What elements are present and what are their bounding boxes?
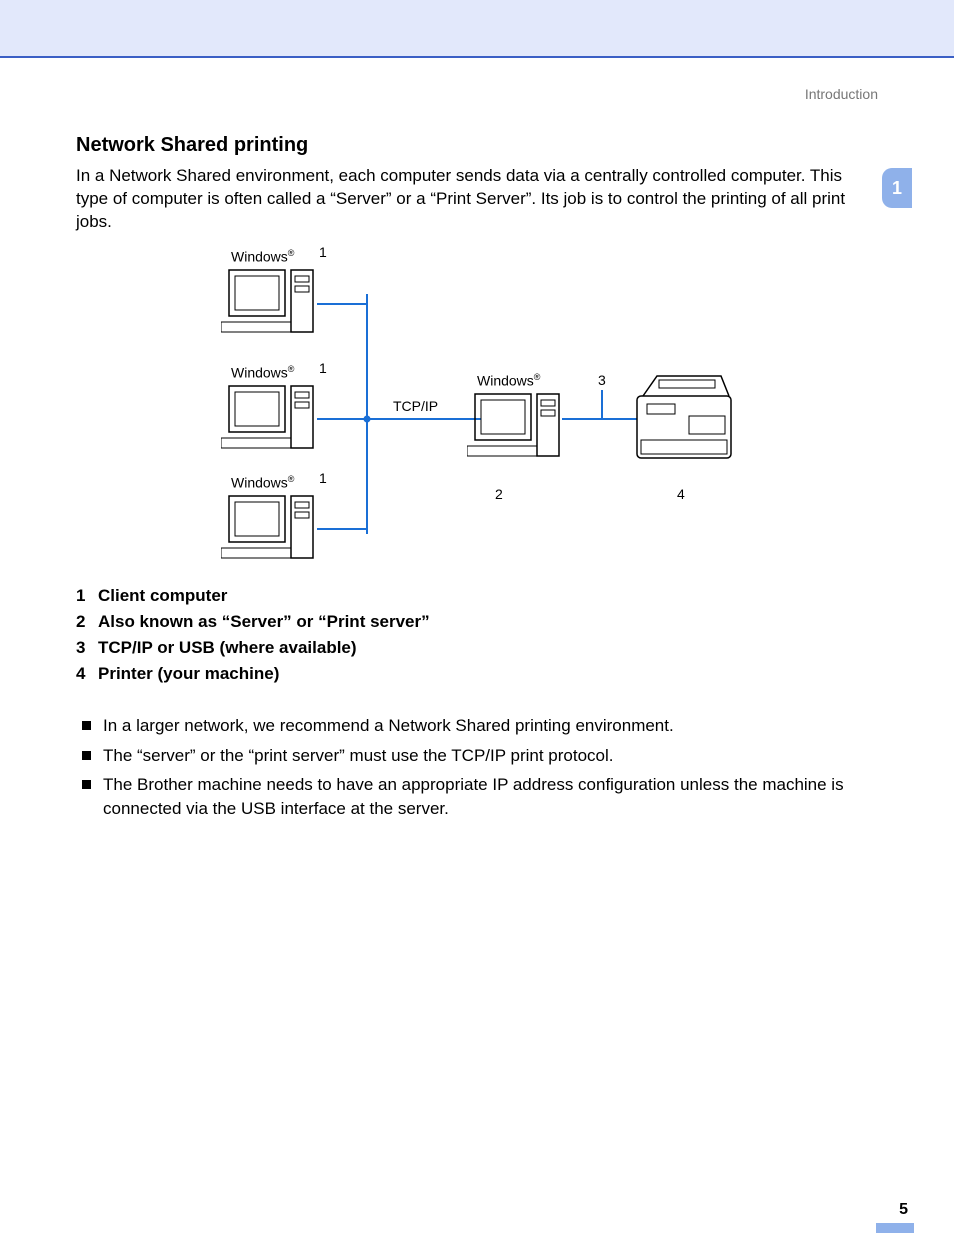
chapter-number: 1 — [892, 178, 902, 199]
legend-text: TCP/IP or USB (where available) — [98, 638, 357, 658]
registered-icon: ® — [288, 474, 295, 484]
client3-num: 1 — [319, 470, 327, 486]
legend-item: 4 Printer (your machine) — [76, 664, 878, 684]
legend-num: 4 — [76, 664, 98, 684]
diagram-legend: 1 Client computer 2 Also known as “Serve… — [76, 586, 878, 684]
chapter-tab: 1 — [882, 168, 912, 208]
bullet-text: The Brother machine needs to have an app… — [103, 773, 878, 821]
tcpip-label: TCP/IP — [393, 398, 438, 414]
square-bullet-icon — [82, 780, 91, 789]
client1-os: Windows — [231, 248, 288, 264]
client-computer-icon — [221, 262, 321, 352]
client3-os: Windows — [231, 474, 288, 490]
registered-icon: ® — [288, 364, 295, 374]
legend-item: 1 Client computer — [76, 586, 878, 606]
section-intro: In a Network Shared environment, each co… — [76, 165, 878, 234]
bullet-text: The “server” or the “print server” must … — [103, 744, 614, 768]
bullet-item: The Brother machine needs to have an app… — [82, 773, 878, 821]
printer-icon — [629, 370, 739, 470]
server-computer-icon — [467, 386, 567, 476]
legend-num: 2 — [76, 612, 98, 632]
legend-item: 2 Also known as “Server” or “Print serve… — [76, 612, 878, 632]
printer-num: 4 — [677, 486, 685, 502]
client-computer-icon — [221, 378, 321, 468]
registered-icon: ® — [288, 248, 295, 258]
square-bullet-icon — [82, 751, 91, 760]
legend-num: 3 — [76, 638, 98, 658]
connection-num: 3 — [598, 372, 606, 388]
server-num: 2 — [495, 486, 503, 502]
legend-item: 3 TCP/IP or USB (where available) — [76, 638, 878, 658]
legend-text: Client computer — [98, 586, 227, 606]
bullet-item: In a larger network, we recommend a Netw… — [82, 714, 878, 738]
square-bullet-icon — [82, 721, 91, 730]
header-section-label: Introduction — [0, 58, 954, 102]
client2-os: Windows — [231, 364, 288, 380]
top-banner — [0, 0, 954, 58]
page-number: 5 — [0, 1201, 954, 1219]
network-diagram: Windows® 1 Windows® 1 Windows® 1 TCP/IP — [207, 244, 747, 574]
bullet-text: In a larger network, we recommend a Netw… — [103, 714, 674, 738]
section-title: Network Shared printing — [76, 134, 878, 157]
client-computer-icon — [221, 488, 321, 578]
legend-text: Printer (your machine) — [98, 664, 279, 684]
page-content: Network Shared printing In a Network Sha… — [0, 134, 954, 821]
server-os: Windows — [477, 372, 534, 388]
legend-num: 1 — [76, 586, 98, 606]
client2-num: 1 — [319, 360, 327, 376]
client1-num: 1 — [319, 244, 327, 260]
bullet-list: In a larger network, we recommend a Netw… — [82, 714, 878, 821]
registered-icon: ® — [534, 372, 541, 382]
bullet-item: The “server” or the “print server” must … — [82, 744, 878, 768]
legend-text: Also known as “Server” or “Print server” — [98, 612, 430, 632]
